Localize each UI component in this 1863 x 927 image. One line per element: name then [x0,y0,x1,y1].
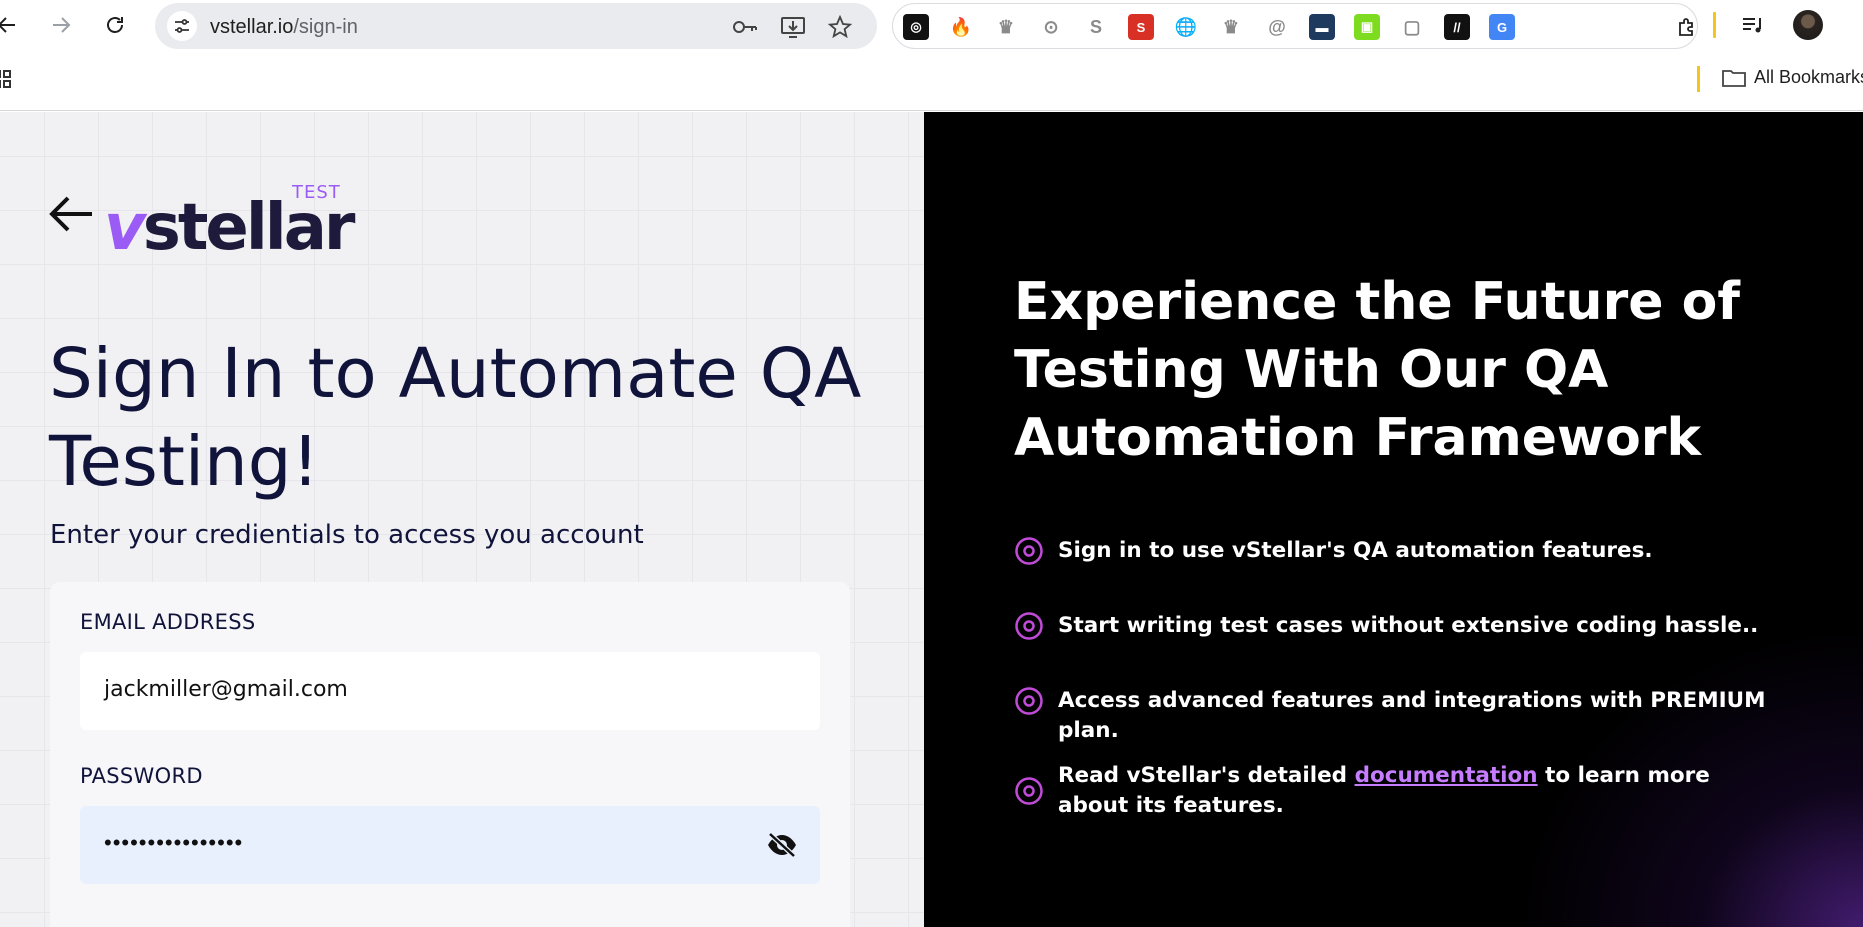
site-info-button[interactable] [167,11,197,41]
promo-panel: Experience the Future of Testing With Ou… [924,112,1863,927]
email-label: EMAIL ADDRESS [80,610,256,634]
forward-button[interactable] [46,10,76,40]
browser-toolbar: vstellar.io/sign-in ◎ 🔥 ♛ ⊙ S S 🌐 ♛ @ ▬ ▣ ▢ // G [0,0,1863,52]
puzzle-icon [1679,18,1693,36]
password-value: •••••••••••••••• [104,830,244,855]
page-title: Sign In to Automate QA Testing! [49,334,862,502]
url-text[interactable]: vstellar.io/sign-in [210,16,358,39]
bookmarks-bar: All Bookmarks [0,52,1863,111]
feature-text: Access advanced features and integration… [1058,688,1766,743]
tune-icon [175,19,189,33]
docs-prefix: Read vStellar's detailed [1058,763,1355,788]
globe-extension-icon[interactable]: 🌐 [1173,14,1199,40]
crown-extension-icon-2[interactable]: ♛ [1218,14,1244,40]
google-translate-extension-icon[interactable]: G [1489,14,1515,40]
page-content: vstellar TEST Sign In to Automate QA Tes… [0,112,1863,927]
at-extension-icon[interactable]: @ [1264,14,1290,40]
folder-icon [1722,69,1746,87]
chatgpt-extension-icon[interactable]: ◎ [903,14,929,40]
email-value: jackmiller@gmail.com [104,677,348,702]
bookmarks-separator [1697,66,1700,92]
forward-arrow-icon [53,17,71,33]
back-arrow-icon [0,17,15,33]
logo-wordmark: vstellar [104,196,355,260]
back-link-arrow-icon[interactable] [48,194,94,234]
address-bar[interactable]: vstellar.io/sign-in [155,3,877,49]
sign-in-panel: vstellar TEST Sign In to Automate QA Tes… [0,112,924,927]
logo-test-tag: TEST [292,182,341,203]
feature-text: Start writing test cases without extensi… [1058,613,1759,638]
hide-password-eye-icon[interactable] [766,832,798,858]
documentation-link[interactable]: documentation [1355,763,1538,788]
extensions-strip: ◎ 🔥 ♛ ⊙ S S 🌐 ♛ @ ▬ ▣ ▢ // G [892,3,1698,49]
back-button[interactable] [0,10,22,40]
password-field[interactable]: •••••••••••••••• [80,806,820,884]
page-subtitle: Enter your credientials to access you ac… [50,520,644,550]
grid-extension-icon[interactable]: ▣ [1354,14,1380,40]
profile-avatar[interactable] [1793,10,1823,40]
password-label: PASSWORD [80,764,203,788]
sign-in-form: EMAIL ADDRESS jackmiller@gmail.com PASSW… [50,582,850,927]
password-key-button[interactable] [732,14,758,40]
install-app-button[interactable] [780,14,806,40]
target-bullet-icon [1015,687,1043,715]
apps-grid-icon[interactable] [0,68,20,90]
seo-quake-extension-icon[interactable]: S [1083,14,1109,40]
url-path: /sign-in [293,16,358,38]
bookmark-star-button[interactable] [827,14,853,40]
feature-text-docs: Read vStellar's detailed documentation t… [1058,761,1778,821]
crown-extension-icon[interactable]: ♛ [993,14,1019,40]
playlist-icon [1743,18,1761,33]
toolbar-separator [1713,12,1716,38]
target-bullet-icon [1015,777,1043,805]
reload-button[interactable] [100,10,130,40]
fire-extension-icon[interactable]: 🔥 [948,14,974,40]
location-extension-icon[interactable]: ⊙ [1038,14,1064,40]
logo-v: v [104,191,146,265]
key-icon [733,21,757,33]
target-bullet-icon [1015,537,1043,565]
folder-extension-icon[interactable]: ▬ [1309,14,1335,40]
vstellar-logo[interactable]: vstellar TEST [104,182,355,262]
target-bullet-icon [1015,612,1043,640]
seo-extension-icon[interactable]: S [1128,14,1154,40]
url-host: vstellar.io [210,16,294,38]
all-bookmarks-folder[interactable]: All Bookmarks [1722,67,1863,88]
star-icon [828,15,852,39]
all-bookmarks-label: All Bookmarks [1754,67,1863,87]
install-icon [781,17,805,38]
slash-extension-icon[interactable]: // [1444,14,1470,40]
reload-icon [107,17,123,33]
screen-record-extension-icon[interactable]: ▢ [1399,14,1425,40]
reading-list-button[interactable] [1738,10,1768,40]
promo-title: Experience the Future of Testing With Ou… [1014,272,1740,468]
email-field[interactable]: jackmiller@gmail.com [80,652,820,730]
extensions-puzzle-button[interactable] [1674,14,1700,40]
feature-text: Sign in to use vStellar's QA automation … [1058,538,1653,563]
